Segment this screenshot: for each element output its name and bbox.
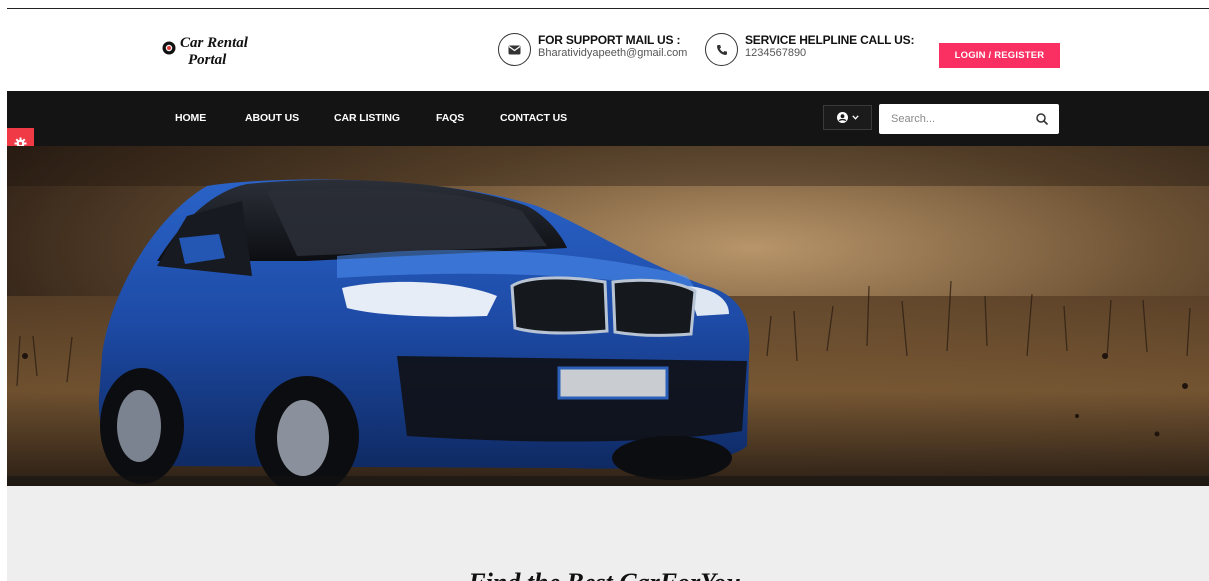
hero-banner: [7, 146, 1209, 486]
helpline-title: SERVICE HELPLINE CALL US:: [745, 33, 915, 47]
content-section: [7, 486, 1209, 581]
support-title: FOR SUPPORT MAIL US :: [538, 33, 681, 47]
hero-car-image: [7, 146, 1209, 486]
nav-item-home[interactable]: HOME: [175, 112, 206, 124]
user-icon: [836, 112, 848, 123]
chevron-down-icon: [851, 115, 859, 120]
top-divider: [7, 8, 1209, 9]
login-register-button[interactable]: LOGIN / REGISTER: [939, 43, 1060, 68]
brand-line-1: Car Rental: [180, 35, 248, 51]
support-email[interactable]: Bharatividyapeeth@gmail.com: [538, 47, 687, 60]
search-icon[interactable]: [1035, 112, 1049, 126]
search-input[interactable]: [879, 105, 1029, 133]
section-title: Find the Best CarForYou: [0, 568, 1209, 581]
search-box: [879, 104, 1059, 134]
phone-icon: [705, 33, 738, 66]
main-nav: HOME ABOUT US CAR LISTING FAQS CONTACT U…: [7, 91, 1209, 146]
nav-item-car-listing[interactable]: CAR LISTING: [334, 112, 400, 124]
support-mail: FOR SUPPORT MAIL US : Bharatividyapeeth@…: [498, 33, 687, 66]
brand-logo[interactable]: Car Rental Portal: [162, 35, 248, 69]
nav-item-contact-us[interactable]: CONTACT US: [500, 112, 567, 124]
service-helpline: SERVICE HELPLINE CALL US: 1234567890: [705, 33, 914, 66]
helpline-number[interactable]: 1234567890: [745, 47, 914, 60]
brand-name: Car Rental Portal: [180, 35, 248, 69]
nav-item-about-us[interactable]: ABOUT US: [245, 112, 299, 124]
nav-item-faqs[interactable]: FAQS: [436, 112, 464, 124]
user-menu-button[interactable]: [823, 105, 872, 130]
envelope-icon: [498, 33, 531, 66]
logo-wheel-icon: [162, 41, 176, 55]
brand-line-2: Portal: [188, 52, 227, 68]
